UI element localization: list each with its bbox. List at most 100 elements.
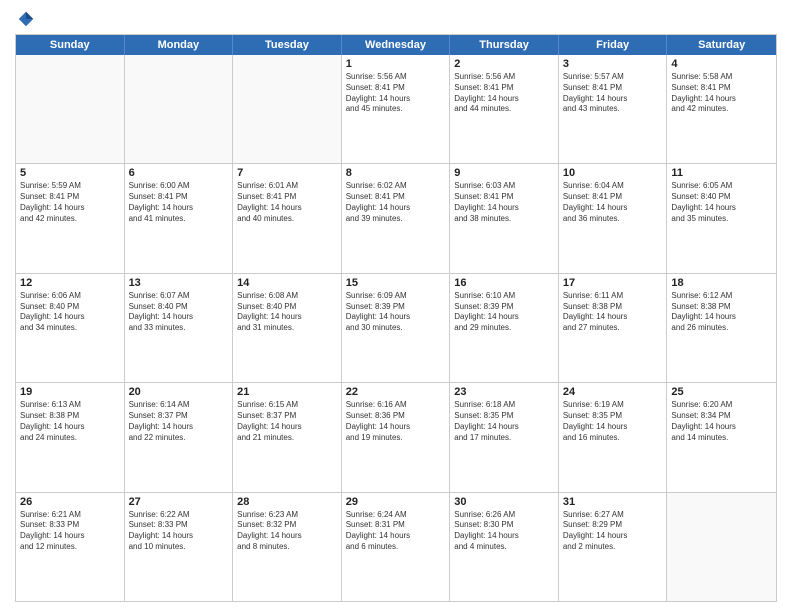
calendar-body: 1 Sunrise: 5:56 AM Sunset: 8:41 PM Daylig… — [16, 55, 776, 601]
logo-text — [15, 10, 39, 28]
day-number: 14 — [237, 277, 337, 289]
day-info: Sunrise: 6:19 AM Sunset: 8:35 PM Dayligh… — [563, 400, 663, 443]
calendar-cell — [667, 493, 776, 601]
calendar-cell: 28 Sunrise: 6:23 AM Sunset: 8:32 PM Dayli… — [233, 493, 342, 601]
day-info: Sunrise: 6:16 AM Sunset: 8:36 PM Dayligh… — [346, 400, 446, 443]
page: Sunday Monday Tuesday Wednesday Thursday… — [0, 0, 792, 612]
day-info: Sunrise: 6:00 AM Sunset: 8:41 PM Dayligh… — [129, 181, 229, 224]
calendar-cell: 5Sunrise: 5:59 AM Sunset: 8:41 PM Daylig… — [16, 164, 125, 272]
day-number: 18 — [671, 277, 772, 289]
calendar-cell: 16Sunrise: 6:10 AM Sunset: 8:39 PM Dayli… — [450, 274, 559, 382]
calendar-cell: 26 Sunrise: 6:21 AM Sunset: 8:33 PM Dayli… — [16, 493, 125, 601]
day-number: 4 — [671, 58, 772, 70]
day-info: Sunrise: 6:24 AM Sunset: 8:31 PM Dayligh… — [346, 510, 446, 553]
calendar-cell — [233, 55, 342, 163]
header — [15, 10, 777, 28]
calendar-cell: 6 Sunrise: 6:00 AM Sunset: 8:41 PM Daylig… — [125, 164, 234, 272]
calendar-cell: 9 Sunrise: 6:03 AM Sunset: 8:41 PM Daylig… — [450, 164, 559, 272]
day-info: Sunrise: 6:21 AM Sunset: 8:33 PM Dayligh… — [20, 510, 120, 553]
week-row-1: 5Sunrise: 5:59 AM Sunset: 8:41 PM Daylig… — [16, 163, 776, 272]
day-number: 27 — [129, 496, 229, 508]
calendar-cell: 4 Sunrise: 5:58 AM Sunset: 8:41 PM Daylig… — [667, 55, 776, 163]
calendar-cell: 29Sunrise: 6:24 AM Sunset: 8:31 PM Dayli… — [342, 493, 451, 601]
calendar-cell: 25 Sunrise: 6:20 AM Sunset: 8:34 PM Dayli… — [667, 383, 776, 491]
day-info: Sunrise: 6:27 AM Sunset: 8:29 PM Dayligh… — [563, 510, 663, 553]
day-number: 25 — [671, 386, 772, 398]
day-info: Sunrise: 5:59 AM Sunset: 8:41 PM Dayligh… — [20, 181, 120, 224]
day-number: 6 — [129, 167, 229, 179]
calendar-cell: 19 Sunrise: 6:13 AM Sunset: 8:38 PM Dayli… — [16, 383, 125, 491]
calendar-cell: 22 Sunrise: 6:16 AM Sunset: 8:36 PM Dayli… — [342, 383, 451, 491]
calendar-cell: 13Sunrise: 6:07 AM Sunset: 8:40 PM Dayli… — [125, 274, 234, 382]
day-info: Sunrise: 6:22 AM Sunset: 8:33 PM Dayligh… — [129, 510, 229, 553]
day-number: 19 — [20, 386, 120, 398]
header-wednesday: Wednesday — [342, 35, 451, 55]
day-info: Sunrise: 6:13 AM Sunset: 8:38 PM Dayligh… — [20, 400, 120, 443]
calendar-cell: 17 Sunrise: 6:11 AM Sunset: 8:38 PM Dayli… — [559, 274, 668, 382]
calendar-cell: 24 Sunrise: 6:19 AM Sunset: 8:35 PM Dayli… — [559, 383, 668, 491]
calendar-header: Sunday Monday Tuesday Wednesday Thursday… — [16, 35, 776, 55]
day-info: Sunrise: 6:06 AM Sunset: 8:40 PM Dayligh… — [20, 291, 120, 334]
calendar-cell: 10 Sunrise: 6:04 AM Sunset: 8:41 PM Dayli… — [559, 164, 668, 272]
calendar-cell — [125, 55, 234, 163]
day-info: Sunrise: 6:10 AM Sunset: 8:39 PM Dayligh… — [454, 291, 554, 334]
header-tuesday: Tuesday — [233, 35, 342, 55]
calendar-cell: 21 Sunrise: 6:15 AM Sunset: 8:37 PM Dayli… — [233, 383, 342, 491]
day-number: 22 — [346, 386, 446, 398]
header-saturday: Saturday — [667, 35, 776, 55]
day-number: 15 — [346, 277, 446, 289]
week-row-3: 19 Sunrise: 6:13 AM Sunset: 8:38 PM Dayli… — [16, 382, 776, 491]
day-number: 17 — [563, 277, 663, 289]
day-info: Sunrise: 6:14 AM Sunset: 8:37 PM Dayligh… — [129, 400, 229, 443]
week-row-4: 26 Sunrise: 6:21 AM Sunset: 8:33 PM Dayli… — [16, 492, 776, 601]
day-info: Sunrise: 6:23 AM Sunset: 8:32 PM Dayligh… — [237, 510, 337, 553]
day-number: 10 — [563, 167, 663, 179]
day-info: Sunrise: 6:18 AM Sunset: 8:35 PM Dayligh… — [454, 400, 554, 443]
calendar-cell: 30Sunrise: 6:26 AM Sunset: 8:30 PM Dayli… — [450, 493, 559, 601]
day-info: Sunrise: 5:56 AM Sunset: 8:41 PM Dayligh… — [454, 72, 554, 115]
day-info: Sunrise: 5:57 AM Sunset: 8:41 PM Dayligh… — [563, 72, 663, 115]
week-row-0: 1 Sunrise: 5:56 AM Sunset: 8:41 PM Daylig… — [16, 55, 776, 163]
day-info: Sunrise: 6:01 AM Sunset: 8:41 PM Dayligh… — [237, 181, 337, 224]
day-info: Sunrise: 6:09 AM Sunset: 8:39 PM Dayligh… — [346, 291, 446, 334]
day-info: Sunrise: 6:11 AM Sunset: 8:38 PM Dayligh… — [563, 291, 663, 334]
day-number: 13 — [129, 277, 229, 289]
day-number: 24 — [563, 386, 663, 398]
day-number: 28 — [237, 496, 337, 508]
calendar-cell: 2 Sunrise: 5:56 AM Sunset: 8:41 PM Daylig… — [450, 55, 559, 163]
day-number: 31 — [563, 496, 663, 508]
day-number: 9 — [454, 167, 554, 179]
day-info: Sunrise: 6:05 AM Sunset: 8:40 PM Dayligh… — [671, 181, 772, 224]
day-number: 3 — [563, 58, 663, 70]
calendar-cell: 8Sunrise: 6:02 AM Sunset: 8:41 PM Daylig… — [342, 164, 451, 272]
day-info: Sunrise: 6:12 AM Sunset: 8:38 PM Dayligh… — [671, 291, 772, 334]
day-info: Sunrise: 6:04 AM Sunset: 8:41 PM Dayligh… — [563, 181, 663, 224]
day-info: Sunrise: 6:15 AM Sunset: 8:37 PM Dayligh… — [237, 400, 337, 443]
day-number: 12 — [20, 277, 120, 289]
calendar-cell: 31 Sunrise: 6:27 AM Sunset: 8:29 PM Dayli… — [559, 493, 668, 601]
calendar-cell: 1 Sunrise: 5:56 AM Sunset: 8:41 PM Daylig… — [342, 55, 451, 163]
day-number: 1 — [346, 58, 446, 70]
day-info: Sunrise: 5:58 AM Sunset: 8:41 PM Dayligh… — [671, 72, 772, 115]
day-number: 20 — [129, 386, 229, 398]
day-number: 26 — [20, 496, 120, 508]
calendar-cell: 15 Sunrise: 6:09 AM Sunset: 8:39 PM Dayli… — [342, 274, 451, 382]
calendar: Sunday Monday Tuesday Wednesday Thursday… — [15, 34, 777, 602]
day-info: Sunrise: 6:02 AM Sunset: 8:41 PM Dayligh… — [346, 181, 446, 224]
week-row-2: 12 Sunrise: 6:06 AM Sunset: 8:40 PM Dayli… — [16, 273, 776, 382]
day-info: Sunrise: 5:56 AM Sunset: 8:41 PM Dayligh… — [346, 72, 446, 115]
header-sunday: Sunday — [16, 35, 125, 55]
day-number: 7 — [237, 167, 337, 179]
calendar-cell: 7 Sunrise: 6:01 AM Sunset: 8:41 PM Daylig… — [233, 164, 342, 272]
day-info: Sunrise: 6:20 AM Sunset: 8:34 PM Dayligh… — [671, 400, 772, 443]
day-info: Sunrise: 6:08 AM Sunset: 8:40 PM Dayligh… — [237, 291, 337, 334]
logo — [15, 10, 39, 28]
day-number: 30 — [454, 496, 554, 508]
day-number: 2 — [454, 58, 554, 70]
day-number: 21 — [237, 386, 337, 398]
day-info: Sunrise: 6:03 AM Sunset: 8:41 PM Dayligh… — [454, 181, 554, 224]
calendar-cell: 18 Sunrise: 6:12 AM Sunset: 8:38 PM Dayli… — [667, 274, 776, 382]
header-friday: Friday — [559, 35, 668, 55]
calendar-cell: 27 Sunrise: 6:22 AM Sunset: 8:33 PM Dayli… — [125, 493, 234, 601]
calendar-cell: 14 Sunrise: 6:08 AM Sunset: 8:40 PM Dayli… — [233, 274, 342, 382]
